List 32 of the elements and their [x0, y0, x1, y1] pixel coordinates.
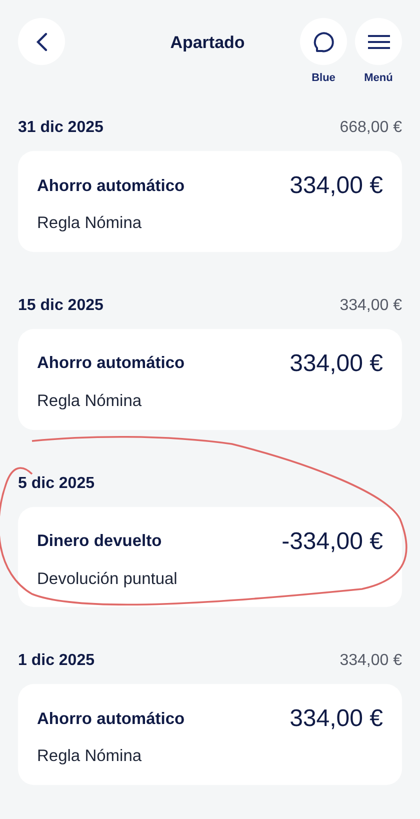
movement-description: Devolución puntual: [37, 568, 178, 590]
action-label: Menú: [364, 71, 393, 86]
back-button[interactable]: [18, 18, 65, 65]
date-heading: 1 dic 2025: [18, 651, 94, 672]
movement-amount: -334,00 €: [282, 526, 383, 556]
movement-description: Regla Nómina: [37, 746, 143, 768]
movement-card[interactable]: Ahorro automático 334,00 € Regla Nómina: [18, 151, 402, 252]
movement-card[interactable]: Ahorro automático 334,00 € Regla Nómina: [18, 328, 402, 430]
date-heading: 31 dic 2025: [18, 118, 104, 138]
movement-amount: 334,00 €: [290, 348, 383, 379]
movement-title: Ahorro automático: [37, 708, 185, 730]
page-title: Apartado: [170, 32, 245, 54]
day-total: 668,00 €: [340, 118, 402, 138]
menu-button[interactable]: [355, 18, 402, 65]
movement-card[interactable]: Ahorro automático 334,00 € Regla Nómina: [18, 684, 402, 785]
day-total: 334,00 €: [340, 296, 402, 316]
back-icon: [36, 32, 48, 52]
movement-amount: 334,00 €: [290, 171, 383, 201]
movement-card[interactable]: Dinero devuelto -334,00 € Devolución puntual: [18, 506, 402, 608]
date-heading: 15 dic 2025: [18, 296, 104, 316]
movement-description: Regla Nómina: [37, 213, 143, 234]
day-total: 334,00 €: [340, 651, 402, 672]
movement-description: Regla Nómina: [37, 390, 143, 412]
chat-button[interactable]: [300, 18, 347, 65]
action-label: Blue: [312, 71, 336, 86]
movement-title: Ahorro automático: [37, 176, 185, 197]
date-heading: 5 dic 2025: [18, 474, 94, 494]
menu-icon: [368, 34, 390, 48]
chat-icon: [312, 30, 336, 54]
movement-title: Dinero devuelto: [37, 531, 162, 552]
movement-amount: 334,00 €: [290, 704, 383, 734]
movement-title: Ahorro automático: [37, 353, 185, 374]
